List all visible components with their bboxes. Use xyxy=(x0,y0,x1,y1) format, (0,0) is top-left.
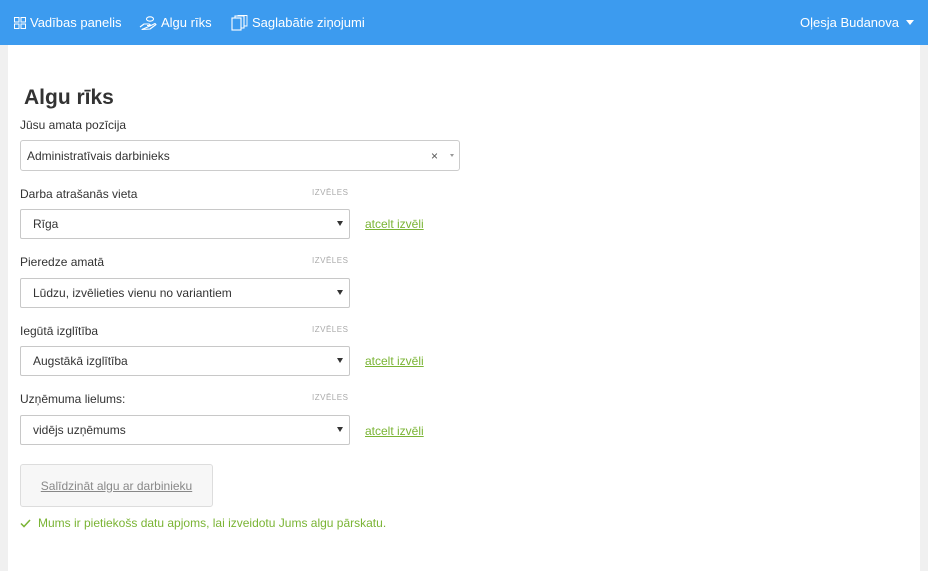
location-value: Rīga xyxy=(33,217,59,231)
dropdown-arrow-icon xyxy=(337,427,343,432)
education-select[interactable]: Augstākā izglītība xyxy=(20,346,350,376)
experience-value: Lūdzu, izvēlieties vienu no variantiem xyxy=(33,286,232,300)
nav-salary-tool[interactable]: Algu rīks xyxy=(139,0,212,45)
dropdown-arrow-icon xyxy=(337,358,343,363)
status-message-text: Mums ir pietiekošs datu apjoms, lai izve… xyxy=(38,516,387,530)
dropdown-arrow-icon xyxy=(337,221,343,226)
caret-down-icon xyxy=(906,20,914,25)
chevron-down-icon xyxy=(450,154,454,157)
compare-salary-button-label: Salīdzināt algu ar darbinieku xyxy=(40,478,193,493)
location-select[interactable]: Rīga xyxy=(20,209,350,239)
education-label: Iegūtā izglītība xyxy=(20,324,99,338)
checkmark-icon xyxy=(20,518,31,528)
education-clear-link[interactable]: atcelt izvēli xyxy=(365,354,424,368)
experience-label: Pieredze amatā xyxy=(20,255,105,269)
nav-dashboard-label: Vadības panelis xyxy=(30,15,122,30)
experience-optional-tag: IZVĒLES xyxy=(312,256,349,265)
compare-salary-button[interactable]: Salīdzināt algu ar darbinieku xyxy=(20,464,213,507)
position-value: Administratīvais darbinieks xyxy=(27,148,170,163)
company-size-select[interactable]: vidējs uzņēmums xyxy=(20,415,350,445)
company-size-optional-tag: IZVĒLES xyxy=(312,393,349,402)
position-select[interactable]: Administratīvais darbinieks × xyxy=(20,140,460,171)
company-size-label: Uzņēmuma lielums: xyxy=(20,392,126,406)
education-value: Augstākā izglītība xyxy=(33,354,128,368)
page-title: Algu rīks xyxy=(24,86,114,109)
experience-select[interactable]: Lūdzu, izvēlieties vienu no variantiem xyxy=(20,278,350,308)
location-label: Darba atrašanās vieta xyxy=(20,187,138,201)
clear-icon[interactable]: × xyxy=(431,150,438,162)
documents-icon xyxy=(231,14,248,31)
company-size-value: vidējs uzņēmums xyxy=(33,423,126,437)
grid-icon xyxy=(14,16,26,29)
top-navbar: Vadības panelis Algu rīks Saglabātie ziņ… xyxy=(0,0,928,45)
position-label: Jūsu amata pozīcija xyxy=(20,118,127,132)
dropdown-arrow-icon xyxy=(337,290,343,295)
nav-dashboard[interactable]: Vadības panelis xyxy=(14,0,122,45)
user-name: Oļesja Budanova xyxy=(799,15,899,30)
user-menu[interactable]: Oļesja Budanova xyxy=(800,0,914,45)
status-message: Mums ir pietiekošs datu apjoms, lai izve… xyxy=(20,516,386,530)
location-clear-link[interactable]: atcelt izvēli xyxy=(365,217,424,231)
nav-salary-tool-label: Algu rīks xyxy=(161,15,212,30)
nav-saved-reports-label: Saglabātie ziņojumi xyxy=(252,15,365,30)
nav-saved-reports[interactable]: Saglabātie ziņojumi xyxy=(231,0,365,45)
education-optional-tag: IZVĒLES xyxy=(312,325,349,334)
location-optional-tag: IZVĒLES xyxy=(312,188,349,197)
hand-coins-icon xyxy=(139,15,157,30)
company-size-clear-link[interactable]: atcelt izvēli xyxy=(365,424,424,438)
